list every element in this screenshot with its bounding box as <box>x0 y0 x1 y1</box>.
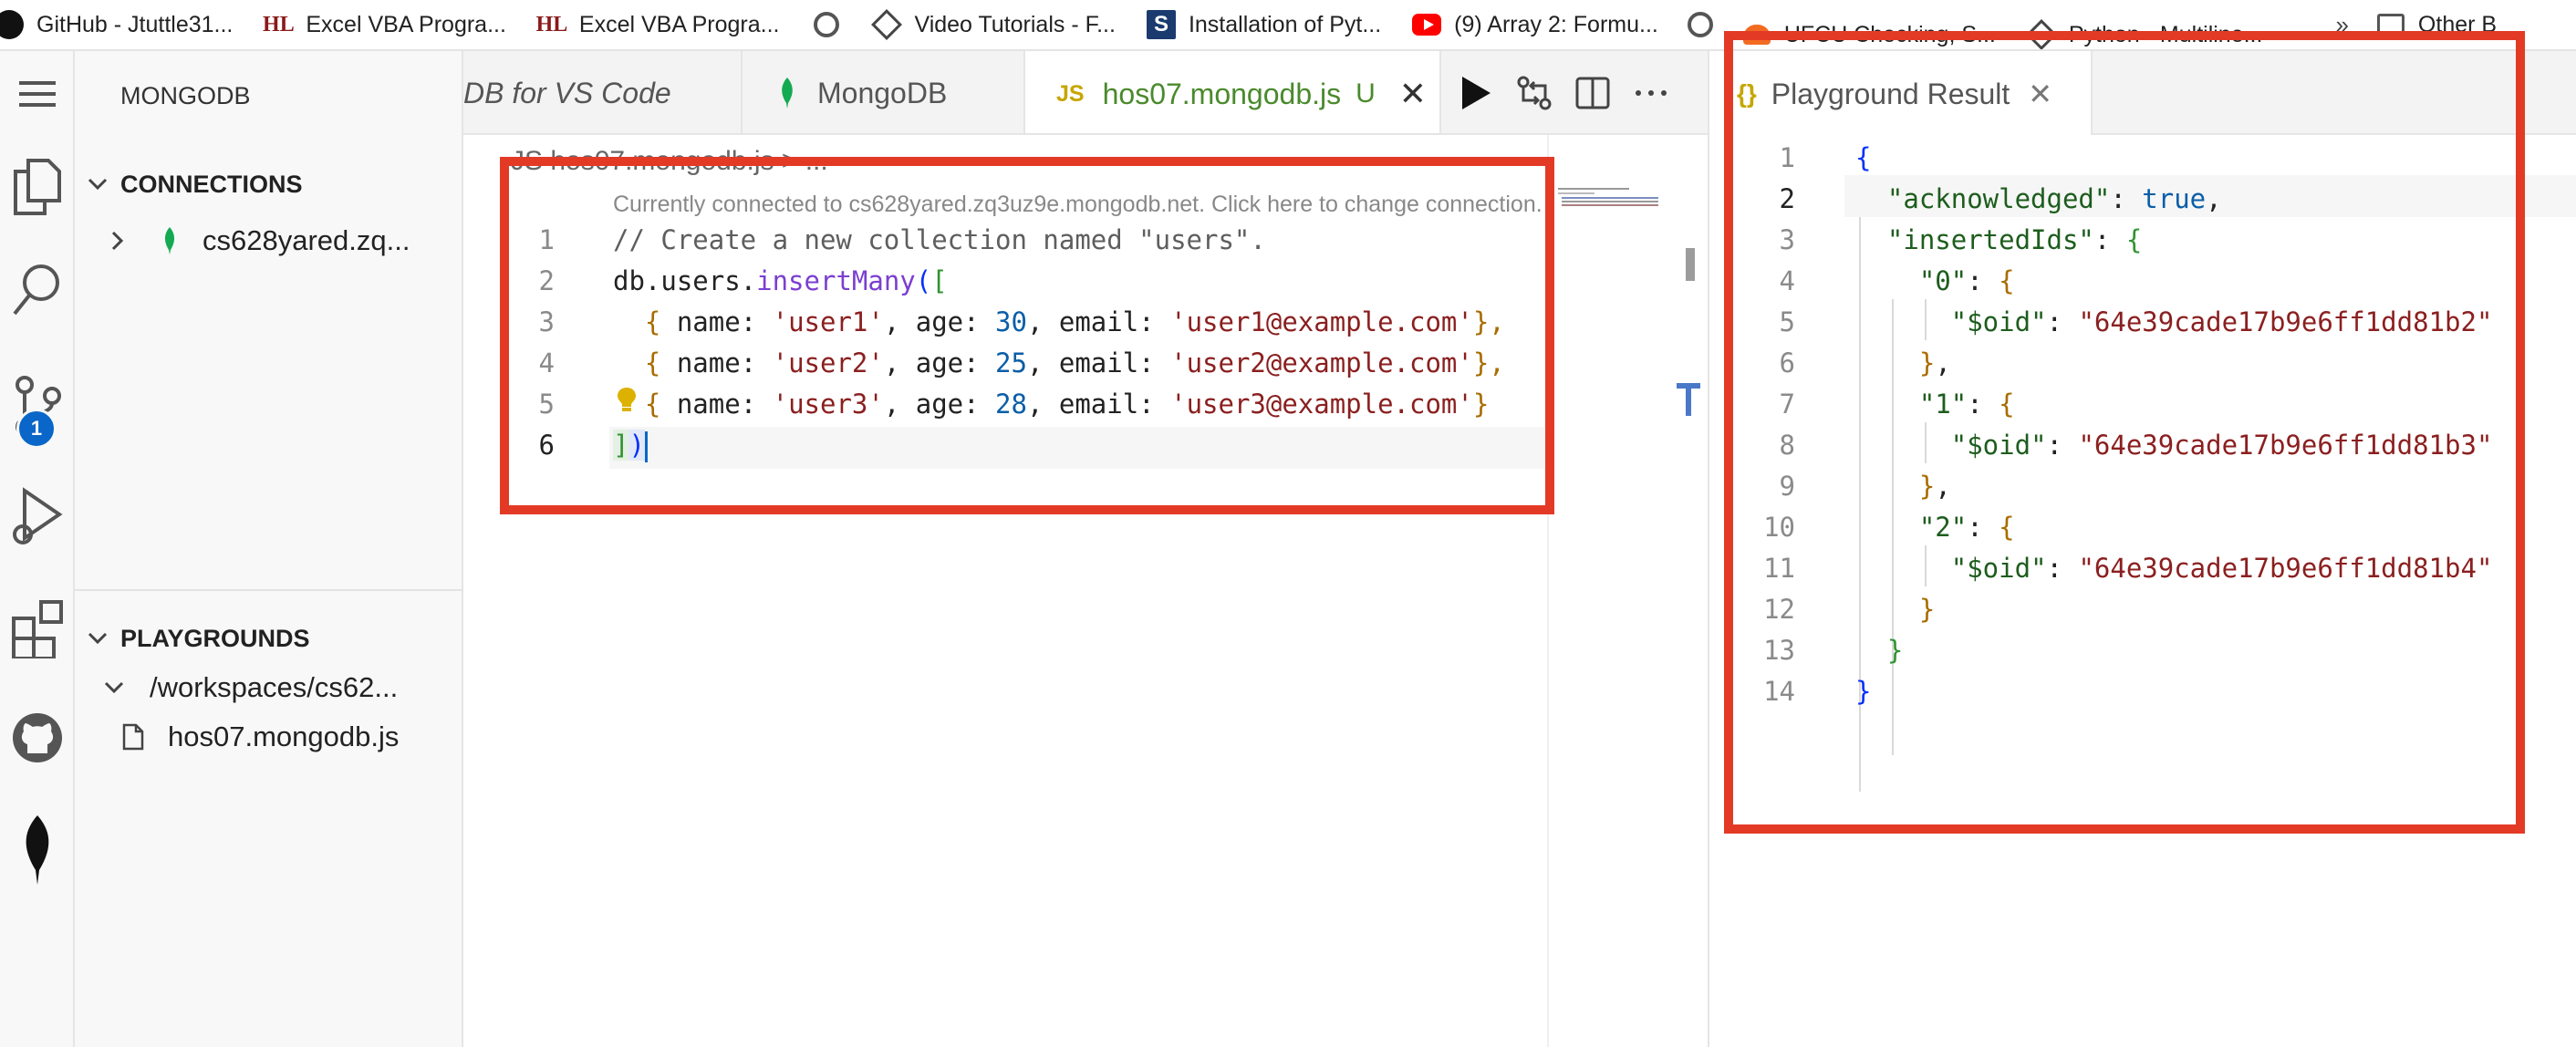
github-icon[interactable] <box>0 711 75 764</box>
bookmark-label: Installation of Pyt... <box>1188 11 1382 37</box>
workspace-folder-item[interactable]: /workspaces/cs62... <box>75 664 463 711</box>
tab-hos07-mongodb-js[interactable]: JS hos07.mongodb.js U ✕ <box>1025 51 1441 133</box>
tab-label: MongoDB <box>817 76 948 109</box>
overview-ruler-marker <box>1686 383 1691 416</box>
file-icon <box>122 723 168 751</box>
chevron-right-icon <box>111 231 146 251</box>
github-icon <box>0 10 24 39</box>
bookmark-label: Excel VBA Progra... <box>306 11 506 37</box>
bookmark-label: GitHub - Jtuttle31... <box>36 11 234 37</box>
untracked-status: U <box>1356 78 1376 109</box>
source-control-badge: 1 <box>16 409 57 449</box>
mongodb-leaf-icon <box>146 226 193 255</box>
activity-bar: 1 <box>0 51 75 1047</box>
chevron-down-icon <box>75 632 120 645</box>
youtube-icon <box>1412 10 1442 39</box>
mongodb-leaf-icon <box>779 77 795 109</box>
explorer-icon[interactable] <box>0 159 75 215</box>
menu-icon[interactable] <box>0 80 75 108</box>
s-icon: S <box>1146 10 1176 39</box>
bookmark-excel-vba-2[interactable]: HL Excel VBA Progra... <box>535 0 780 49</box>
hl-icon: HL <box>263 12 295 36</box>
bookmark-youtube[interactable]: (9) Array 2: Formu... <box>1412 0 1658 49</box>
editor-actions <box>1447 51 1680 133</box>
playgrounds-section-header[interactable]: PLAYGROUNDS <box>75 617 463 660</box>
bookmark-installation[interactable]: S Installation of Pyt... <box>1146 0 1382 49</box>
playground-file-item[interactable]: hos07.mongodb.js <box>75 713 463 761</box>
minimap[interactable] <box>1558 188 1658 206</box>
editor-tab-bar: DB for VS Code MongoDB JS hos07.mongodb.… <box>463 51 1708 135</box>
compare-changes-icon[interactable] <box>1505 75 1563 111</box>
playgrounds-label: PLAYGROUNDS <box>120 624 310 652</box>
highlight-box-result <box>1724 31 2525 834</box>
sidebar-title: MONGODB <box>120 82 251 109</box>
section-divider <box>75 589 463 591</box>
chevron-down-icon <box>104 681 150 694</box>
globe-icon <box>812 10 841 39</box>
bookmark-globe-2[interactable] <box>1686 0 1728 49</box>
bookmark-video-tutorials[interactable]: Video Tutorials - F... <box>871 0 1116 49</box>
connections-section-header[interactable]: CONNECTIONS <box>75 162 463 206</box>
bookmark-label: Excel VBA Progra... <box>578 11 780 37</box>
tab-label: hos07.mongodb.js <box>1102 77 1342 110</box>
connection-item[interactable]: cs628yared.zq... <box>75 217 463 264</box>
bookmark-github[interactable]: GitHub - Jtuttle31... <box>0 0 234 49</box>
scrollbar-thumb[interactable] <box>1686 248 1695 281</box>
js-file-icon: JS <box>1056 80 1085 107</box>
more-actions-icon[interactable] <box>1622 89 1680 97</box>
tab-mongodb[interactable]: MongoDB <box>743 51 1025 133</box>
connection-name: cs628yared.zq... <box>203 224 410 256</box>
playground-file-name: hos07.mongodb.js <box>168 720 400 752</box>
tab-mongodb-for-vs-code[interactable]: DB for VS Code <box>463 51 743 133</box>
close-icon[interactable]: ✕ <box>1399 75 1427 113</box>
search-icon[interactable] <box>0 263 75 317</box>
bookmark-label: Video Tutorials - F... <box>914 11 1116 37</box>
bookmark-globe[interactable] <box>812 0 854 49</box>
workspace-folder-name: /workspaces/cs62... <box>150 671 399 703</box>
diamond-icon <box>871 9 903 40</box>
bookmark-excel-vba-1[interactable]: HL Excel VBA Progra... <box>263 0 506 49</box>
mongodb-sidebar: MONGODB CONNECTIONS cs628yared.zq... PLA… <box>75 51 463 1047</box>
globe-icon <box>1686 10 1715 39</box>
connections-label: CONNECTIONS <box>120 170 303 198</box>
extensions-icon[interactable] <box>0 598 75 658</box>
highlight-box-code <box>500 157 1554 514</box>
tab-label: DB for VS Code <box>463 76 671 109</box>
chevron-down-icon <box>75 178 120 191</box>
split-editor-icon[interactable] <box>1563 77 1622 109</box>
mongodb-leaf-icon[interactable] <box>0 814 75 886</box>
hl-icon: HL <box>535 12 568 36</box>
run-debug-icon[interactable] <box>0 487 75 547</box>
run-playground-icon[interactable] <box>1447 75 1505 111</box>
bookmark-label: (9) Array 2: Formu... <box>1454 11 1658 37</box>
